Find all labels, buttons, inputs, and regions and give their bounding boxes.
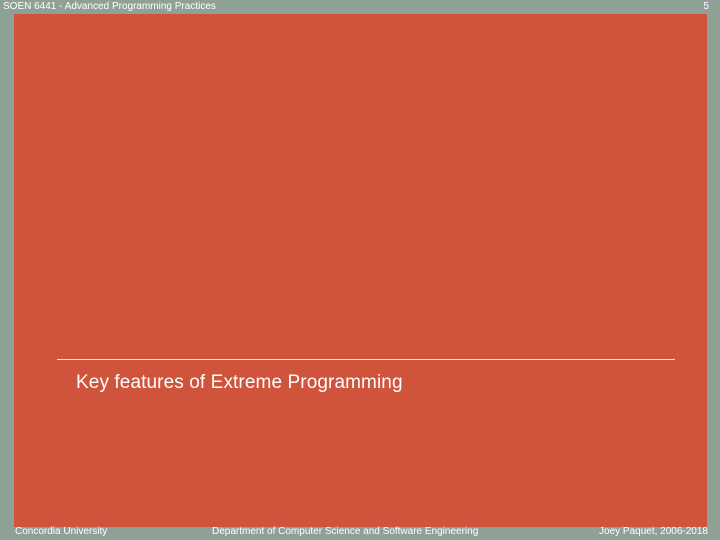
footer-author: Joey Paquet, 2006-2018 <box>599 526 708 537</box>
footer-department: Department of Computer Science and Softw… <box>212 526 479 537</box>
footer-university: Concordia University <box>15 526 108 537</box>
course-title: SOEN 6441 - Advanced Programming Practic… <box>3 1 216 12</box>
slide-panel: Key features of Extreme Programming <box>14 14 707 527</box>
slide-title: Key features of Extreme Programming <box>76 372 403 393</box>
title-divider <box>57 359 675 360</box>
page-number: 5 <box>703 1 709 12</box>
